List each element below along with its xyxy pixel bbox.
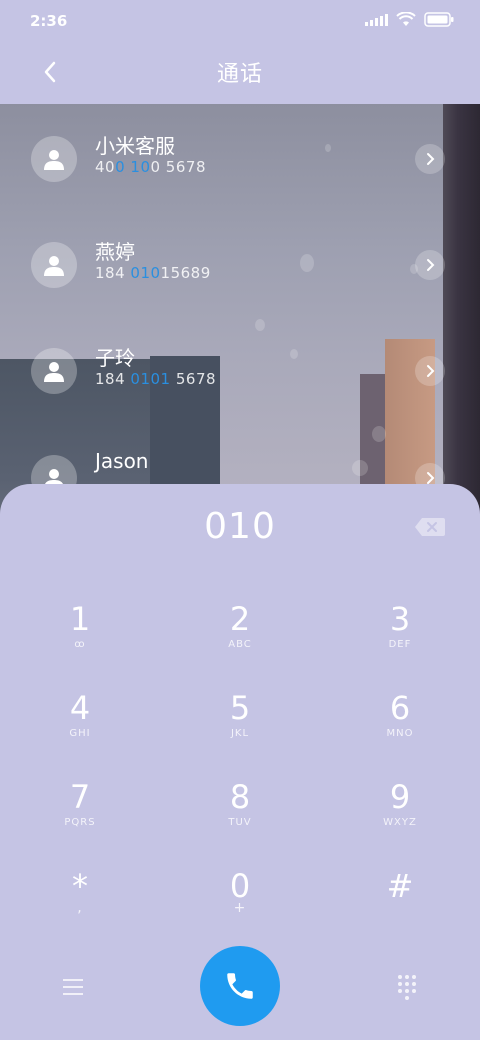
key-hash[interactable]: # bbox=[340, 866, 460, 946]
key-star[interactable]: *, bbox=[20, 866, 140, 946]
delete-button[interactable] bbox=[414, 516, 446, 538]
status-bar: 2:36 bbox=[0, 0, 480, 40]
chevron-right-icon bbox=[427, 153, 435, 165]
wifi-icon bbox=[396, 12, 416, 26]
dialed-number: 010 bbox=[204, 506, 276, 547]
person-icon bbox=[44, 150, 64, 170]
contact-row[interactable]: 子玲 184 0101 5678 bbox=[0, 346, 480, 438]
contact-detail-button[interactable] bbox=[415, 356, 445, 386]
contact-detail-button[interactable] bbox=[415, 250, 445, 280]
contact-row[interactable]: 燕婷 184 01015689 bbox=[0, 240, 480, 332]
key-9[interactable]: 9 WXYZ bbox=[340, 777, 460, 857]
contact-name: 子玲 bbox=[95, 346, 135, 370]
call-button[interactable] bbox=[200, 946, 280, 1026]
battery-icon bbox=[424, 12, 454, 27]
key-1[interactable]: 1ꝏ bbox=[20, 599, 140, 679]
key-0[interactable]: 0 + bbox=[180, 866, 300, 946]
contact-name: 燕婷 bbox=[95, 240, 135, 264]
avatar bbox=[31, 242, 77, 288]
person-icon bbox=[44, 256, 64, 276]
contact-detail-button[interactable] bbox=[415, 144, 445, 174]
key-2[interactable]: 2 ABC bbox=[180, 599, 300, 679]
voicemail-icon: ꝏ bbox=[74, 639, 86, 650]
phone-icon bbox=[227, 973, 253, 999]
key-5[interactable]: 5 JKL bbox=[180, 688, 300, 768]
contact-name: 小米客服 bbox=[95, 134, 175, 158]
contact-row[interactable]: 小米客服 400 100 5678 bbox=[0, 134, 480, 226]
contact-number: 184 01015689 bbox=[95, 264, 211, 282]
key-6[interactable]: 6 MNO bbox=[340, 688, 460, 768]
keypad-toggle-button[interactable] bbox=[392, 972, 422, 1002]
chevron-right-icon bbox=[427, 365, 435, 377]
header: 通话 bbox=[0, 40, 480, 104]
person-icon bbox=[44, 362, 64, 382]
chevron-right-icon bbox=[427, 259, 435, 271]
contact-name: Jason bbox=[95, 449, 149, 473]
contact-number: 400 100 5678 bbox=[95, 158, 206, 176]
contact-number: 184 0101 5678 bbox=[95, 370, 217, 388]
key-8[interactable]: 8 TUV bbox=[180, 777, 300, 857]
avatar bbox=[31, 348, 77, 394]
chevron-right-icon bbox=[427, 472, 435, 484]
menu-icon bbox=[63, 979, 83, 981]
backspace-icon bbox=[415, 518, 445, 536]
dialer-panel: 010 1ꝏ 2 ABC 3 DEF 4 GHI 5 JKL 6 MNO 7 PQRS 8T… bbox=[0, 484, 480, 1040]
signal-icon bbox=[365, 13, 388, 26]
page-title: 通话 bbox=[216, 62, 263, 87]
menu-button[interactable] bbox=[58, 972, 88, 1002]
match-highlight: 010 bbox=[130, 264, 161, 282]
key-3[interactable]: 3 DEF bbox=[340, 599, 460, 679]
status-icons bbox=[365, 12, 454, 27]
status-time: 2:36 bbox=[30, 12, 68, 30]
avatar bbox=[31, 136, 77, 182]
key-7[interactable]: 7 PQRS bbox=[20, 777, 140, 857]
match-highlight: 0 10 bbox=[115, 158, 151, 176]
keypad-icon bbox=[398, 974, 402, 979]
match-highlight: 0101 bbox=[130, 370, 171, 388]
key-4[interactable]: 4 GHI bbox=[20, 688, 140, 768]
